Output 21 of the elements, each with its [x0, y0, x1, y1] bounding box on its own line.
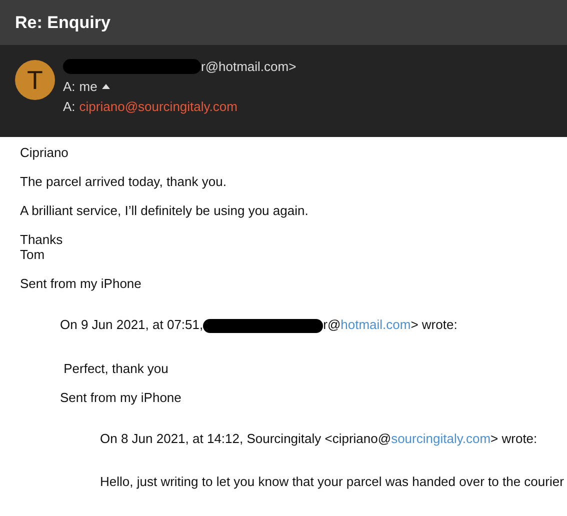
body-text: Cipriano	[20, 145, 70, 160]
email-link[interactable]: hotmail.com	[340, 317, 411, 332]
body-text: Perfect, thank you	[62, 360, 170, 376]
sender-address: r@hotmail.com>	[201, 59, 296, 74]
body-text: Tom	[20, 247, 46, 262]
recipient-label: A:	[63, 99, 76, 114]
body-text: Sent from my iPhone	[60, 390, 182, 405]
body-text: Hello, just writing to let you know that your parcel was handed over to the courier	[100, 474, 565, 489]
recipient-label: A:	[63, 79, 76, 94]
body-text: The parcel arrived today, thank you.	[20, 174, 228, 189]
recipient-email[interactable]: cipriano@sourcingitaly.com	[79, 99, 238, 114]
avatar: T	[15, 60, 55, 100]
email-link[interactable]: sourcingitaly.com	[391, 430, 491, 446]
caret-icon[interactable]	[102, 84, 110, 89]
body-text: A brilliant service, I’ll definitely be using you again.	[20, 203, 310, 218]
recipient-name[interactable]: me	[79, 79, 98, 94]
email-subject: Re: Enquiry	[15, 12, 110, 32]
body-text: Sent from my iPhone	[20, 276, 142, 291]
quote-attribution: On 8 Jun 2021, at 14:12, Sourcingitaly <cipriano@sourcingitaly.com> wrote:	[100, 430, 538, 446]
body-text: Thanks	[20, 232, 64, 247]
quote-attribution: On 9 Jun 2021, at 07:51, r@hotmail.com> wrote:	[60, 317, 458, 333]
